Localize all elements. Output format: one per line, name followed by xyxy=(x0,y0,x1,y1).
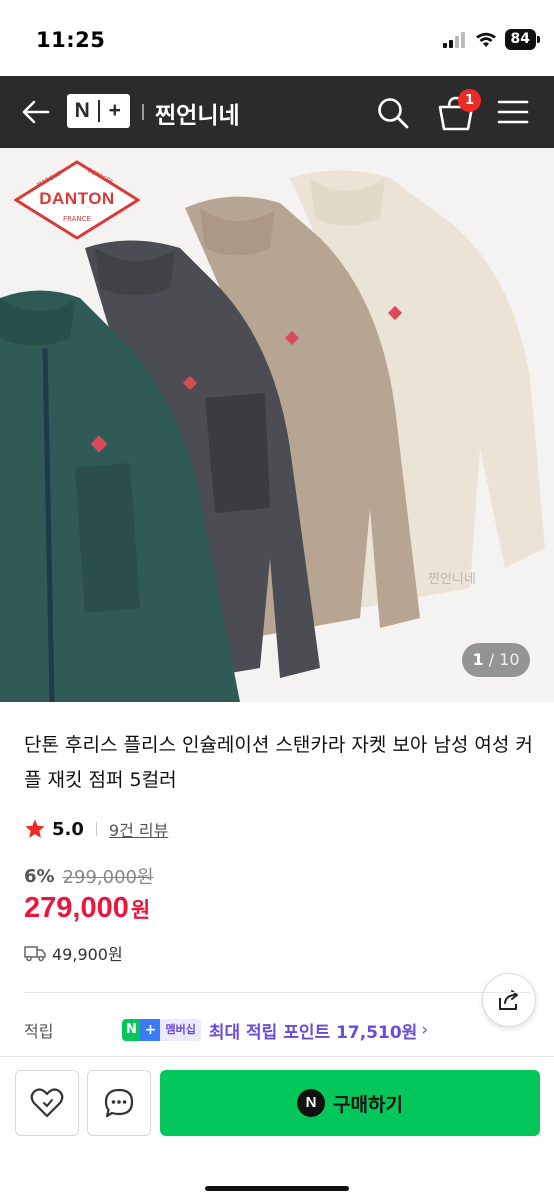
membership-plus-icon: + xyxy=(140,1019,161,1041)
sale-price: 279,000 xyxy=(24,892,129,924)
brand-logo-name: DANTON xyxy=(39,189,115,208)
chevron-right-icon: › xyxy=(421,1020,429,1040)
back-arrow-icon[interactable] xyxy=(18,94,54,130)
max-points-text: 최대 적립 포인트 17,510원 xyxy=(208,1022,418,1043)
naver-plus-logo[interactable]: N + xyxy=(67,94,130,128)
logo-plus: + xyxy=(108,99,121,122)
share-button[interactable] xyxy=(482,973,536,1027)
home-indicator xyxy=(205,1186,349,1191)
status-icons: 84 xyxy=(442,29,541,50)
product-image-carousel[interactable]: DANTON MARQUE DEPOSÉE FRANCE 찐언니네 1 / 10 xyxy=(0,148,554,702)
brand-logo: DANTON MARQUE DEPOSÉE FRANCE xyxy=(14,160,140,240)
logo-n: N xyxy=(74,99,90,122)
membership-label: 멤버십 xyxy=(160,1019,201,1041)
discount-row: 6% 299,000원 xyxy=(24,862,154,890)
battery-indicator: 84 xyxy=(504,29,541,50)
image-watermark: 찐언니네 xyxy=(428,572,476,587)
bottom-action-bar: N 구매하기 xyxy=(0,1056,554,1200)
price-row: 279,000 원 xyxy=(24,892,150,932)
rating-value: 5.0 xyxy=(52,818,84,840)
product-title: 단톤 후리스 플리스 인슐레이션 스탠카라 자켓 보아 남성 여성 커플 재킷 … xyxy=(24,734,533,791)
header-divider xyxy=(142,104,144,120)
status-time: 11:25 xyxy=(36,28,106,52)
shipping-fee: 49,900원 xyxy=(52,945,123,964)
brand-logo-bottom: FRANCE xyxy=(63,215,91,223)
naver-plus-membership-badge: N + 멤버십 xyxy=(122,1019,201,1041)
truck-icon xyxy=(24,946,46,962)
image-counter-current: 1 xyxy=(472,650,484,669)
chat-bubble-icon xyxy=(104,1088,134,1118)
wishlist-button[interactable] xyxy=(15,1070,79,1136)
points-row[interactable]: 적립 N + 멤버십 최대 적립 포인트 17,510원 › xyxy=(24,1016,454,1044)
status-bar: 11:25 84 xyxy=(0,0,554,76)
price-unit: 원 xyxy=(130,898,151,922)
signal-icon xyxy=(442,31,465,48)
app-header: N + 찐언니네 1 xyxy=(0,76,554,148)
rating-row: 5.0 9건 리뷰 xyxy=(24,815,168,843)
heart-icon xyxy=(30,1088,64,1118)
star-icon xyxy=(25,819,45,838)
discount-rate: 6% xyxy=(24,865,55,887)
image-counter: 1 / 10 xyxy=(462,643,530,677)
cart-count-badge: 1 xyxy=(458,89,481,112)
wifi-icon xyxy=(475,32,496,47)
menu-icon[interactable] xyxy=(496,96,530,128)
rating-divider xyxy=(95,822,97,836)
naver-pay-n-icon: N xyxy=(297,1089,326,1117)
shipping-row: 49,900원 xyxy=(24,940,123,966)
review-count-link[interactable]: 9건 리뷰 xyxy=(109,817,168,841)
points-label: 적립 xyxy=(24,1022,54,1041)
buy-button[interactable]: N 구매하기 xyxy=(160,1070,540,1136)
original-price: 299,000원 xyxy=(62,867,154,888)
buy-button-label: 구매하기 xyxy=(333,1093,403,1116)
membership-n-icon: N xyxy=(122,1019,141,1041)
talk-talk-button[interactable] xyxy=(87,1070,151,1136)
image-counter-total: / 10 xyxy=(488,650,520,669)
share-icon xyxy=(499,990,518,1010)
store-name[interactable]: 찐언니네 xyxy=(155,96,240,130)
section-divider xyxy=(24,992,530,993)
search-icon[interactable] xyxy=(374,94,412,132)
